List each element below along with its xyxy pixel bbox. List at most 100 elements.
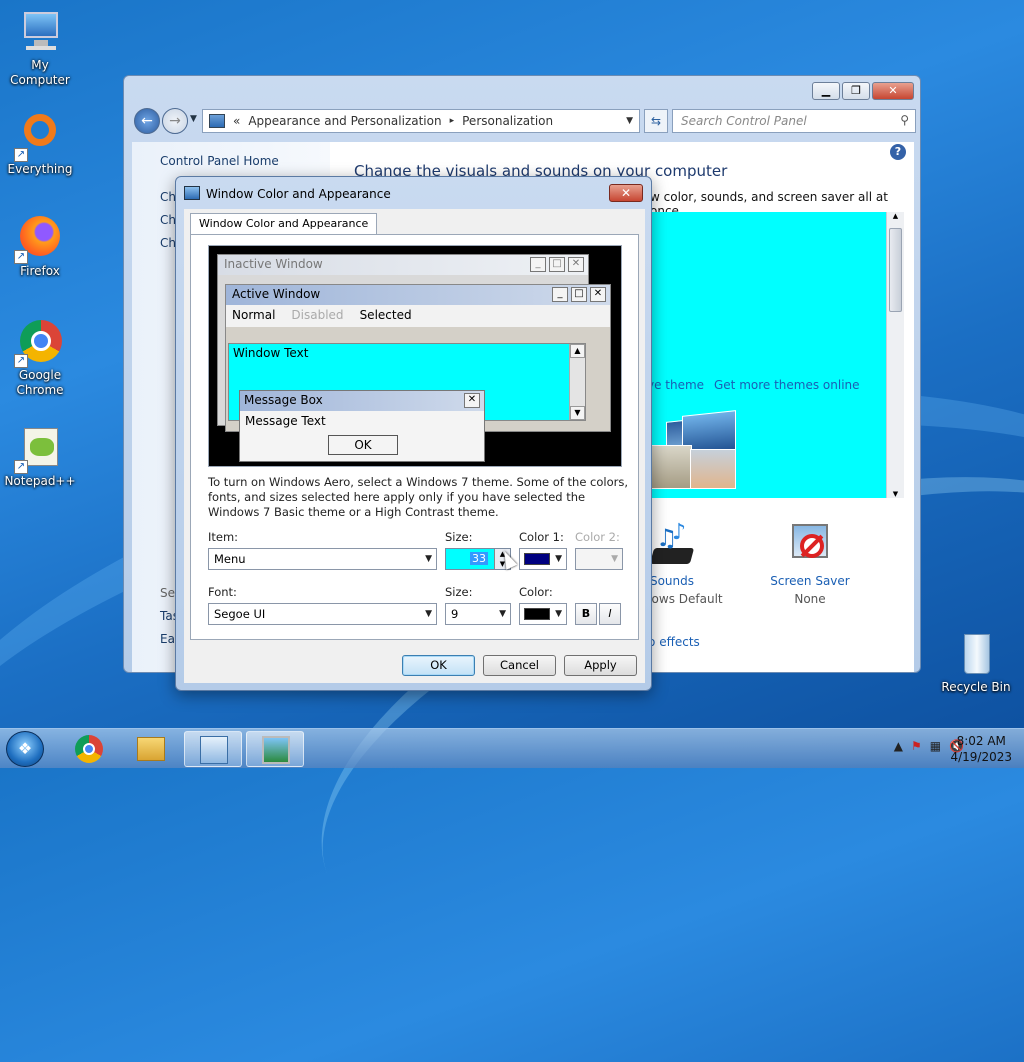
taskbar-window-color[interactable] (246, 731, 304, 767)
desktop-icon-everything[interactable]: ↗ Everything (0, 112, 80, 177)
recent-pages-dropdown-icon[interactable]: ▼ (190, 114, 197, 124)
font-dropdown[interactable]: Segoe UI ▼ (208, 603, 437, 625)
left-link[interactable]: Ch (160, 190, 176, 204)
ok-button[interactable]: OK (402, 655, 475, 676)
color2-picker[interactable]: ▼ (575, 548, 623, 570)
item-size-value[interactable]: 33 (470, 552, 488, 565)
inactive-window-title: Inactive Window (224, 257, 323, 271)
start-button[interactable]: ❖ (6, 731, 44, 767)
back-button[interactable]: ← (134, 108, 160, 134)
apply-button[interactable]: Apply (564, 655, 637, 676)
item-label: Item: (208, 530, 239, 544)
theme-list-scrollbar[interactable]: ▲ ▼ (886, 212, 904, 498)
network-icon[interactable]: ▦ (930, 739, 941, 753)
font-size-dropdown[interactable]: 9 ▼ (445, 603, 511, 625)
font-color-swatch (524, 608, 550, 620)
monitor-icon (262, 736, 290, 764)
control-panel-icon (209, 114, 225, 128)
item-dropdown[interactable]: Menu ▼ (208, 548, 437, 570)
control-panel-home-link[interactable]: Control Panel Home (160, 154, 279, 168)
breadcrumb-prefix[interactable]: « (233, 114, 240, 128)
appearance-preview[interactable]: Inactive Window _ □ ✕ Active Window _ □ … (208, 245, 622, 467)
dialog-close-button[interactable]: ✕ (609, 184, 643, 202)
message-box-title: Message Box (244, 393, 323, 407)
sounds-icon: ♫ ♪ (649, 520, 695, 568)
tab-window-color-appearance[interactable]: Window Color and Appearance (190, 213, 378, 235)
breadcrumb-personalization[interactable]: Personalization (462, 114, 553, 128)
help-icon[interactable]: ? (890, 144, 906, 160)
desktop-icon-google-chrome[interactable]: ↗ Google Chrome (0, 318, 80, 398)
screen-saver-item[interactable]: Screen Saver None (750, 520, 870, 606)
font-value: Segoe UI (214, 607, 266, 621)
font-size-value: 9 (451, 607, 459, 621)
chevron-down-icon: ▼ (555, 554, 562, 564)
shortcut-arrow-icon: ↗ (14, 250, 28, 264)
message-text: Message Text (245, 414, 326, 428)
color1-swatch (524, 553, 550, 565)
left-link[interactable]: Ch (160, 236, 176, 250)
screen-saver-label[interactable]: Screen Saver (750, 574, 870, 588)
italic-button[interactable]: I (599, 603, 621, 625)
desktop-icon-label: Google Chrome (16, 368, 64, 397)
scroll-up-icon[interactable]: ▲ (887, 212, 904, 220)
scroll-down-icon[interactable]: ▼ (887, 490, 904, 498)
address-bar[interactable]: « Appearance and Personalization ▸ Perso… (202, 109, 640, 133)
recycle-bin-icon (952, 630, 1000, 678)
scroll-down-icon: ▼ (570, 406, 585, 420)
minimize-icon: _ (530, 257, 546, 272)
desktop-icon-my-computer[interactable]: My Computer (0, 8, 80, 88)
color2-label: Color 2: (575, 530, 620, 544)
breadcrumb-appearance[interactable]: Appearance and Personalization (248, 114, 441, 128)
search-input[interactable]: Search Control Panel ⚲ (672, 109, 916, 133)
menu-selected[interactable]: Selected (360, 308, 412, 324)
firefox-icon: ↗ (14, 214, 64, 264)
screen-saver-value: None (794, 592, 826, 606)
font-label: Font: (208, 585, 237, 599)
color1-picker[interactable]: ▼ (519, 548, 567, 570)
address-dropdown-icon[interactable]: ▼ (626, 116, 633, 126)
taskbar-chrome[interactable] (60, 731, 118, 767)
clock[interactable]: 8:02 AM 4/19/2023 (950, 733, 1012, 765)
taskbar-explorer[interactable] (122, 731, 180, 767)
left-link[interactable]: Ch (160, 213, 176, 227)
chevron-down-icon: ▼ (425, 554, 432, 564)
preview-scrollbar[interactable]: ▲ ▼ (569, 344, 585, 420)
chevron-down-icon: ▼ (499, 609, 506, 619)
desktop-icon-notepad-plus-plus[interactable]: ↗ Notepad++ (0, 424, 80, 489)
show-hidden-icons[interactable]: ▲ (894, 739, 903, 753)
cancel-button[interactable]: Cancel (483, 655, 556, 676)
scroll-up-icon: ▲ (570, 344, 585, 358)
get-more-themes-link[interactable]: Get more themes online (714, 378, 860, 392)
taskbar-control-panel[interactable] (184, 731, 242, 767)
menu-normal[interactable]: Normal (232, 308, 275, 324)
close-icon: ✕ (568, 257, 584, 272)
desktop-icon-recycle-bin[interactable]: Recycle Bin (936, 630, 1016, 695)
close-button[interactable]: ✕ (872, 82, 914, 100)
preview-ok-button[interactable]: OK (328, 435, 398, 455)
search-icon[interactable]: ⚲ (900, 113, 909, 127)
chrome-icon: ↗ (14, 318, 64, 368)
desktop-icon-label: Everything (7, 162, 73, 176)
desktop-icon-firefox[interactable]: ↗ Firefox (0, 214, 80, 279)
clock-date: 4/19/2023 (950, 750, 1012, 764)
font-color-picker[interactable]: ▼ (519, 603, 567, 625)
refresh-button[interactable]: ⇆ (644, 109, 668, 133)
shortcut-arrow-icon: ↗ (14, 148, 28, 162)
monitor-icon (184, 186, 200, 200)
breadcrumb-separator[interactable]: ▸ (450, 116, 455, 126)
scroll-thumb[interactable] (889, 228, 902, 312)
maximize-button[interactable]: ❐ (842, 82, 870, 100)
bold-button[interactable]: B (575, 603, 597, 625)
aero-info-text: To turn on Windows Aero, select a Window… (208, 475, 629, 519)
action-center-icon[interactable]: ⚑ (911, 739, 922, 753)
desktop-icon-label: Notepad++ (4, 474, 76, 488)
minimize-button[interactable]: ▁ (812, 82, 840, 100)
forward-button[interactable]: → (162, 108, 188, 134)
computer-icon (16, 8, 64, 56)
taskbar: ❖ ▲ ⚑ ▦ 🔇 8:02 AM 4/19/2023 (0, 728, 1024, 768)
desktop-icon-label: Firefox (20, 264, 60, 278)
preview-message-box[interactable]: Message Box ✕ Message Text OK (239, 390, 485, 462)
menu-disabled[interactable]: Disabled (291, 308, 343, 324)
chevron-down-icon: ▼ (555, 609, 562, 619)
theme-thumbnails-image[interactable] (640, 407, 750, 493)
